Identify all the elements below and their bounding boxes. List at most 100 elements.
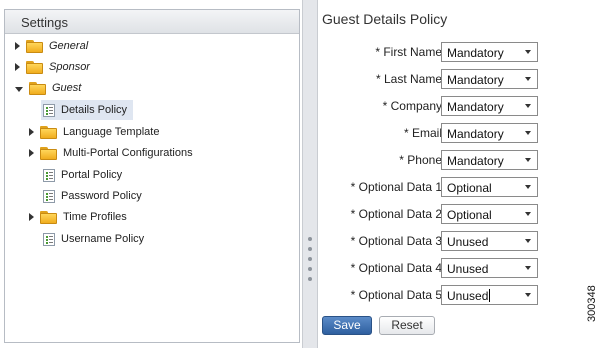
field-label: * Email [403,126,442,140]
folder-icon [26,60,43,74]
last-name-select[interactable]: Mandatory [441,69,538,89]
company-select[interactable]: Mandatory [441,96,538,116]
grip-dot-icon [308,257,312,261]
field-row-optional-data-2: * Optional Data 2 Optional [318,204,548,224]
dropdown-arrow-icon[interactable] [525,266,531,270]
tree-item-label: Username Policy [61,233,145,245]
tree-item-label: Multi-Portal Configurations [63,147,193,159]
settings-header: Settings [5,10,299,34]
grip-dot-icon [308,277,312,281]
policy-doc-icon [43,232,55,246]
dropdown-arrow-icon[interactable] [525,77,531,81]
folder-icon [26,39,43,53]
folder-icon [40,146,57,160]
policy-doc-icon [43,168,55,182]
tree-item-label: Time Profiles [63,211,127,223]
field-row-optional-data-3: * Optional Data 3 Unused [318,231,548,251]
field-row-company: * Company Mandatory [318,96,548,116]
settings-panel: Settings General Sponsor Guest Details P… [4,9,300,343]
optional-data-1-select[interactable]: Optional [441,177,538,197]
policy-doc-icon [43,189,55,203]
grip-dot-icon [308,267,312,271]
field-row-last-name: * Last Name Mandatory [318,69,548,89]
folder-icon [29,81,46,95]
select-value: Mandatory [447,46,504,60]
dropdown-arrow-icon[interactable] [525,131,531,135]
folder-icon [40,210,57,224]
folder-icon [40,125,57,139]
field-row-first-name: * First Name Mandatory [318,42,548,62]
collapse-arrow-icon[interactable] [15,86,23,92]
tree-item-password-policy[interactable]: Password Policy [43,186,142,206]
field-label: * Optional Data 1 [350,180,442,194]
field-label: * Company [382,99,442,113]
select-value: Mandatory [447,73,504,87]
policy-doc-icon [43,103,55,117]
dropdown-arrow-icon[interactable] [525,185,531,189]
optional-data-2-select[interactable]: Optional [441,204,538,224]
expand-arrow-icon[interactable] [15,63,20,71]
tree-item-label: General [49,40,89,52]
tree-item-portal-policy[interactable]: Portal Policy [43,165,122,185]
field-label: * Optional Data 4 [350,261,442,275]
dropdown-arrow-icon[interactable] [525,104,531,108]
select-value: Optional [447,208,492,222]
grip-dot-icon [308,247,312,251]
field-row-email: * Email Mandatory [318,123,548,143]
settings-title: Settings [21,15,68,30]
expand-arrow-icon[interactable] [29,149,34,157]
field-label: * First Name [375,45,442,59]
tree-item-label: Guest [52,82,82,94]
field-row-optional-data-4: * Optional Data 4 Unused [318,258,548,278]
expand-arrow-icon[interactable] [29,213,34,221]
expand-arrow-icon[interactable] [15,42,20,50]
select-value: Unused [447,262,489,276]
tree-item-label: Portal Policy [61,169,123,181]
tree-item-sponsor[interactable]: Sponsor [15,57,90,77]
tree-item-label: Password Policy [61,190,142,202]
field-label: * Last Name [375,72,442,86]
field-label: * Optional Data 2 [350,207,442,221]
tree-item-guest[interactable]: Guest [15,78,81,98]
optional-data-4-select[interactable]: Unused [441,258,538,278]
select-value: Unused [447,235,489,249]
tree-item-language-template[interactable]: Language Template [29,122,159,142]
tree-item-label: Language Template [63,126,160,138]
optional-data-5-select[interactable]: Unused [441,285,538,305]
optional-data-3-select[interactable]: Unused [441,231,538,251]
field-label: * Phone [399,153,442,167]
select-value: Mandatory [447,127,504,141]
policy-form-panel: Guest Details Policy * First Name Mandat… [318,0,611,348]
field-row-phone: * Phone Mandatory [318,150,548,170]
select-value-text: Unused [447,289,489,303]
field-label: * Optional Data 3 [350,234,442,248]
tree-item-multi-portal-configurations[interactable]: Multi-Portal Configurations [29,143,193,163]
select-value: Unused [447,289,491,303]
reset-button[interactable]: Reset [379,316,435,335]
tree-item-details-policy[interactable]: Details Policy [41,100,134,120]
select-value: Optional [447,181,492,195]
first-name-select[interactable]: Mandatory [441,42,538,62]
select-value: Mandatory [447,154,504,168]
grip-dot-icon [308,237,312,241]
tree-item-username-policy[interactable]: Username Policy [43,229,144,249]
save-button[interactable]: Save [322,316,372,335]
email-select[interactable]: Mandatory [441,123,538,143]
phone-select[interactable]: Mandatory [441,150,538,170]
tree-item-label: Sponsor [49,61,90,73]
text-cursor [489,289,491,302]
dropdown-arrow-icon[interactable] [525,293,531,297]
dropdown-arrow-icon[interactable] [525,239,531,243]
dropdown-arrow-icon[interactable] [525,158,531,162]
expand-arrow-icon[interactable] [29,128,34,136]
select-value: Mandatory [447,100,504,114]
panel-splitter[interactable] [302,0,318,348]
figure-id: 300348 [586,285,598,322]
field-row-optional-data-1: * Optional Data 1 Optional [318,177,548,197]
tree-item-general[interactable]: General [15,36,88,56]
tree-item-time-profiles[interactable]: Time Profiles [29,207,127,227]
field-row-optional-data-5: * Optional Data 5 Unused [318,285,548,305]
page-title: Guest Details Policy [322,11,448,27]
dropdown-arrow-icon[interactable] [525,50,531,54]
dropdown-arrow-icon[interactable] [525,212,531,216]
